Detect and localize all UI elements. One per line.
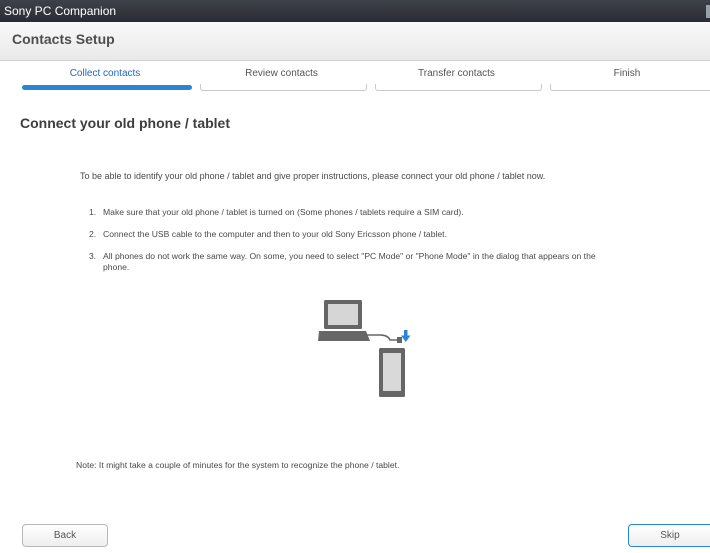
- step-transfer-contacts: Transfer contacts: [369, 60, 544, 92]
- skip-button[interactable]: Skip: [628, 524, 710, 547]
- window-title: Sony PC Companion: [4, 4, 117, 18]
- note-text: Note: It might take a couple of minutes …: [76, 460, 400, 470]
- list-number: 2.: [89, 229, 97, 239]
- step-finish: Finish: [544, 60, 710, 92]
- list-item: 2. Connect the USB cable to the computer…: [84, 229, 624, 240]
- list-item: 1. Make sure that your old phone / table…: [84, 207, 624, 218]
- step-label: Transfer contacts: [418, 68, 495, 79]
- step-progress-bar: [375, 84, 542, 91]
- window-control[interactable]: [706, 5, 710, 18]
- list-text: Make sure that your old phone / tablet i…: [103, 207, 464, 217]
- back-button[interactable]: Back: [22, 524, 108, 547]
- step-progress-bar: [550, 84, 710, 91]
- step-review-contacts: Review contacts: [194, 60, 369, 92]
- step-collect-contacts: Collect contacts: [16, 60, 194, 92]
- wizard-header: Contacts Setup: [0, 22, 710, 61]
- list-number: 1.: [89, 207, 97, 217]
- page-title: Connect your old phone / tablet: [20, 115, 230, 131]
- step-progress-bar: [200, 84, 367, 91]
- laptop-usb-phone-icon: [318, 296, 418, 398]
- step-progress-bar: [22, 85, 192, 90]
- list-item: 3. All phones do not work the same way. …: [84, 251, 624, 273]
- list-number: 3.: [89, 251, 97, 261]
- list-text: All phones do not work the same way. On …: [103, 251, 596, 272]
- list-text: Connect the USB cable to the computer an…: [103, 229, 447, 239]
- step-label: Review contacts: [245, 68, 318, 79]
- step-label: Collect contacts: [69, 68, 141, 79]
- window-titlebar: Sony PC Companion: [0, 0, 710, 22]
- wizard-steps: Collect contacts Review contacts Transfe…: [16, 60, 710, 94]
- step-label: Finish: [613, 68, 641, 79]
- intro-text: To be able to identify your old phone / …: [80, 171, 546, 181]
- wizard-title: Contacts Setup: [12, 31, 115, 47]
- instruction-list: 1. Make sure that your old phone / table…: [84, 207, 624, 284]
